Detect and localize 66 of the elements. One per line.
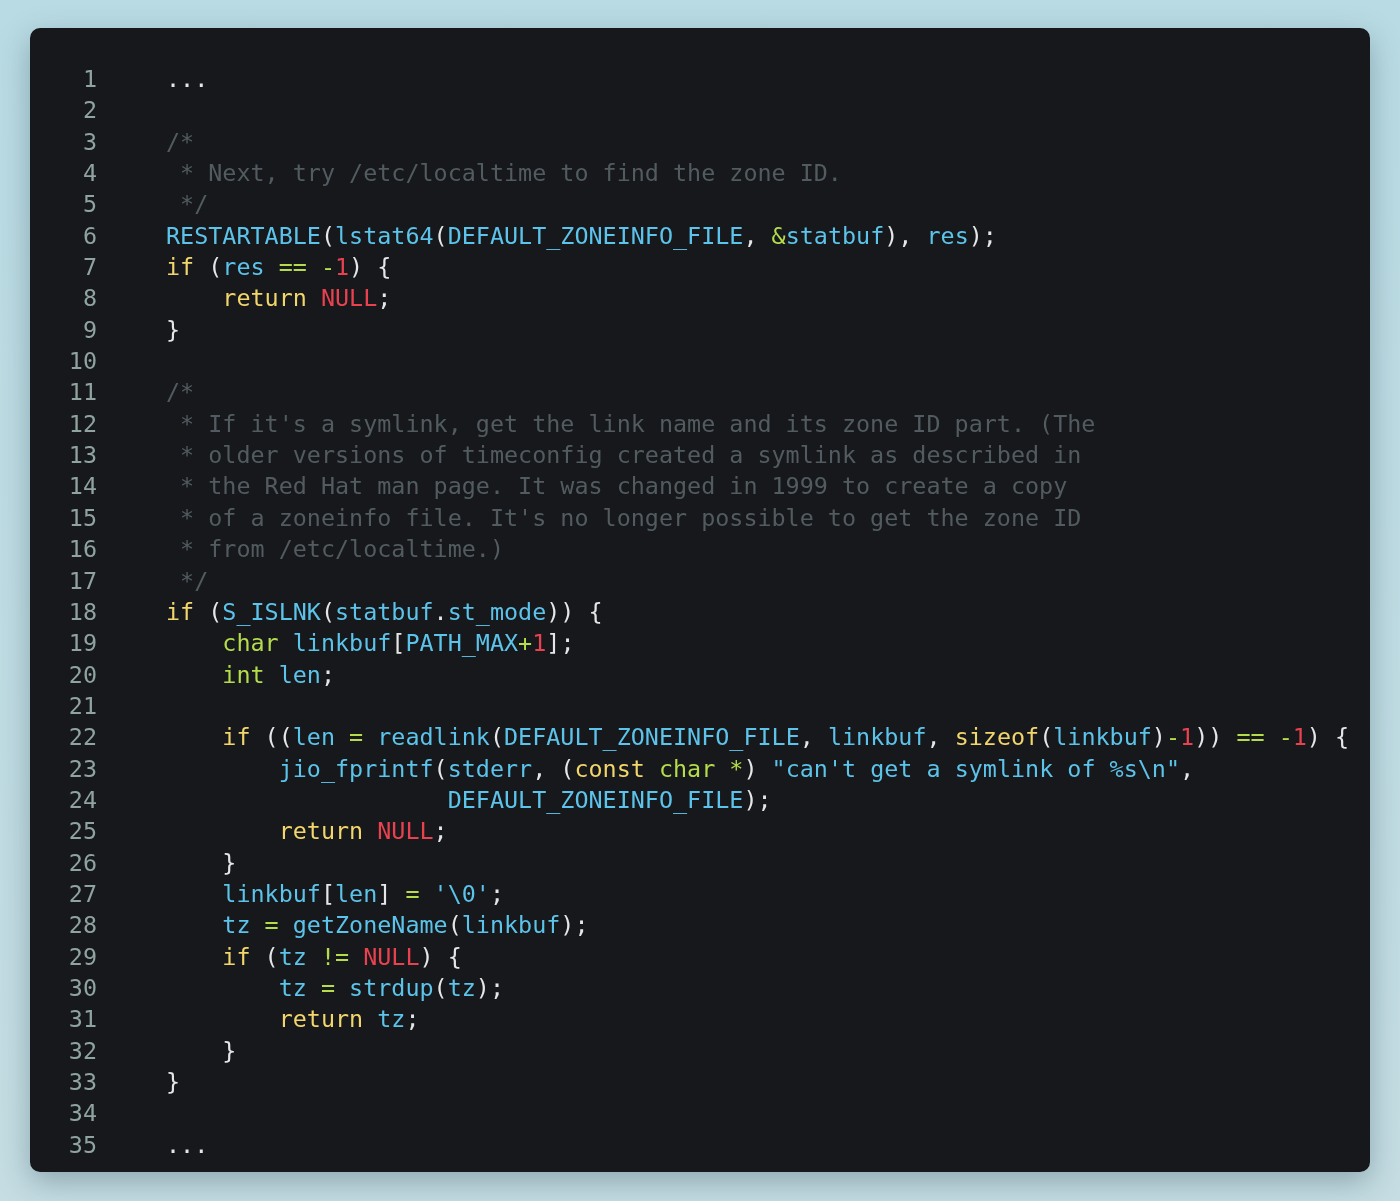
line-number: 4 xyxy=(81,158,97,190)
line-number: 32 xyxy=(67,1035,97,1067)
code-comment: * of a zoneinfo file. It's no longer possible to get the zone ID xyxy=(179,502,1082,534)
line-number: 23 xyxy=(67,753,97,785)
line-number: 13 xyxy=(67,440,97,472)
code-line: return NULL; xyxy=(221,283,392,315)
line-number: 31 xyxy=(67,1004,97,1036)
code-comment: * older versions of timeconfig created a symlink as described in xyxy=(179,440,1082,472)
line-number: 2 xyxy=(81,95,97,127)
line-number: 24 xyxy=(67,784,97,816)
code-line: tz = getZoneName(linkbuf); xyxy=(221,910,589,942)
line-number: 3 xyxy=(81,126,97,158)
line-number: 9 xyxy=(81,314,97,346)
code-line: linkbuf[len] = '\0'; xyxy=(221,878,505,910)
code-line: int len; xyxy=(221,659,335,691)
code-comment: * the Red Hat man page. It was changed in 1999 to create a copy xyxy=(179,471,1068,503)
code-line: ... xyxy=(166,1129,209,1161)
code-line: } xyxy=(221,1035,237,1067)
line-number: 34 xyxy=(67,1098,97,1130)
line-number: 29 xyxy=(67,941,97,973)
line-number: 1 xyxy=(81,64,97,95)
line-number: 35 xyxy=(67,1129,97,1161)
code-line: } xyxy=(221,847,237,879)
code-comment: * from /etc/localtime.) xyxy=(179,534,504,566)
line-number: 10 xyxy=(67,346,97,378)
line-number: 26 xyxy=(67,847,97,879)
line-number: 18 xyxy=(67,596,97,628)
line-number: 30 xyxy=(67,972,97,1004)
code-line: DEFAULT_ZONEINFO_FILE); xyxy=(446,784,772,816)
code-line: jio_fprintf(stderr, (const char *) "can't get a symlink of %s\n", xyxy=(277,753,1195,785)
code-line: tz = strdup(tz); xyxy=(277,972,504,1004)
line-number: 27 xyxy=(67,878,97,910)
code-line: if ((len = readlink(DEFAULT_ZONEINFO_FILE, linkbuf, sizeof(linkbuf)-1)) == -1) { xyxy=(221,722,1350,754)
line-number: 22 xyxy=(67,722,97,754)
code-comment: */ xyxy=(179,565,209,597)
line-number: 5 xyxy=(81,189,97,221)
line-number: 19 xyxy=(67,628,97,660)
code-line: } xyxy=(166,1067,181,1098)
line-number: 21 xyxy=(67,690,97,722)
line-number: 6 xyxy=(81,220,97,252)
code-line: char linkbuf[PATH_MAX+1]; xyxy=(221,628,575,660)
line-number: 33 xyxy=(67,1067,97,1098)
line-number: 25 xyxy=(67,816,97,848)
code-line: if (S_ISLNK(statbuf.st_mode)) { xyxy=(166,596,603,628)
line-number: 11 xyxy=(67,377,97,409)
code-line: ... xyxy=(166,64,209,95)
code-line: RESTARTABLE(lstat64(DEFAULT_ZONEINFO_FILE, &statbuf), res); xyxy=(166,220,997,252)
code-line: return tz; xyxy=(277,1004,420,1036)
code-line: if (res == -1) { xyxy=(166,252,392,284)
code-line: if (tz != NULL) { xyxy=(221,941,462,973)
code-comment: */ xyxy=(179,189,209,221)
code-line: return NULL; xyxy=(277,816,448,848)
line-number: 28 xyxy=(67,910,97,942)
line-number: 14 xyxy=(67,471,97,503)
line-number: 7 xyxy=(81,252,97,284)
code-line: } xyxy=(166,314,181,346)
line-number: 15 xyxy=(67,502,97,534)
code-comment: * Next, try /etc/localtime to find the zone ID. xyxy=(179,158,842,190)
code-comment: * If it's a symlink, get the link name and its zone ID part. (The xyxy=(179,408,1096,440)
code-comment: /* xyxy=(166,377,195,409)
line-number: 16 xyxy=(67,534,97,566)
line-number: 12 xyxy=(67,408,97,440)
code-comment: /* xyxy=(166,126,195,158)
line-number: 8 xyxy=(81,283,97,315)
line-number: 20 xyxy=(67,659,97,691)
line-number: 17 xyxy=(67,565,97,597)
